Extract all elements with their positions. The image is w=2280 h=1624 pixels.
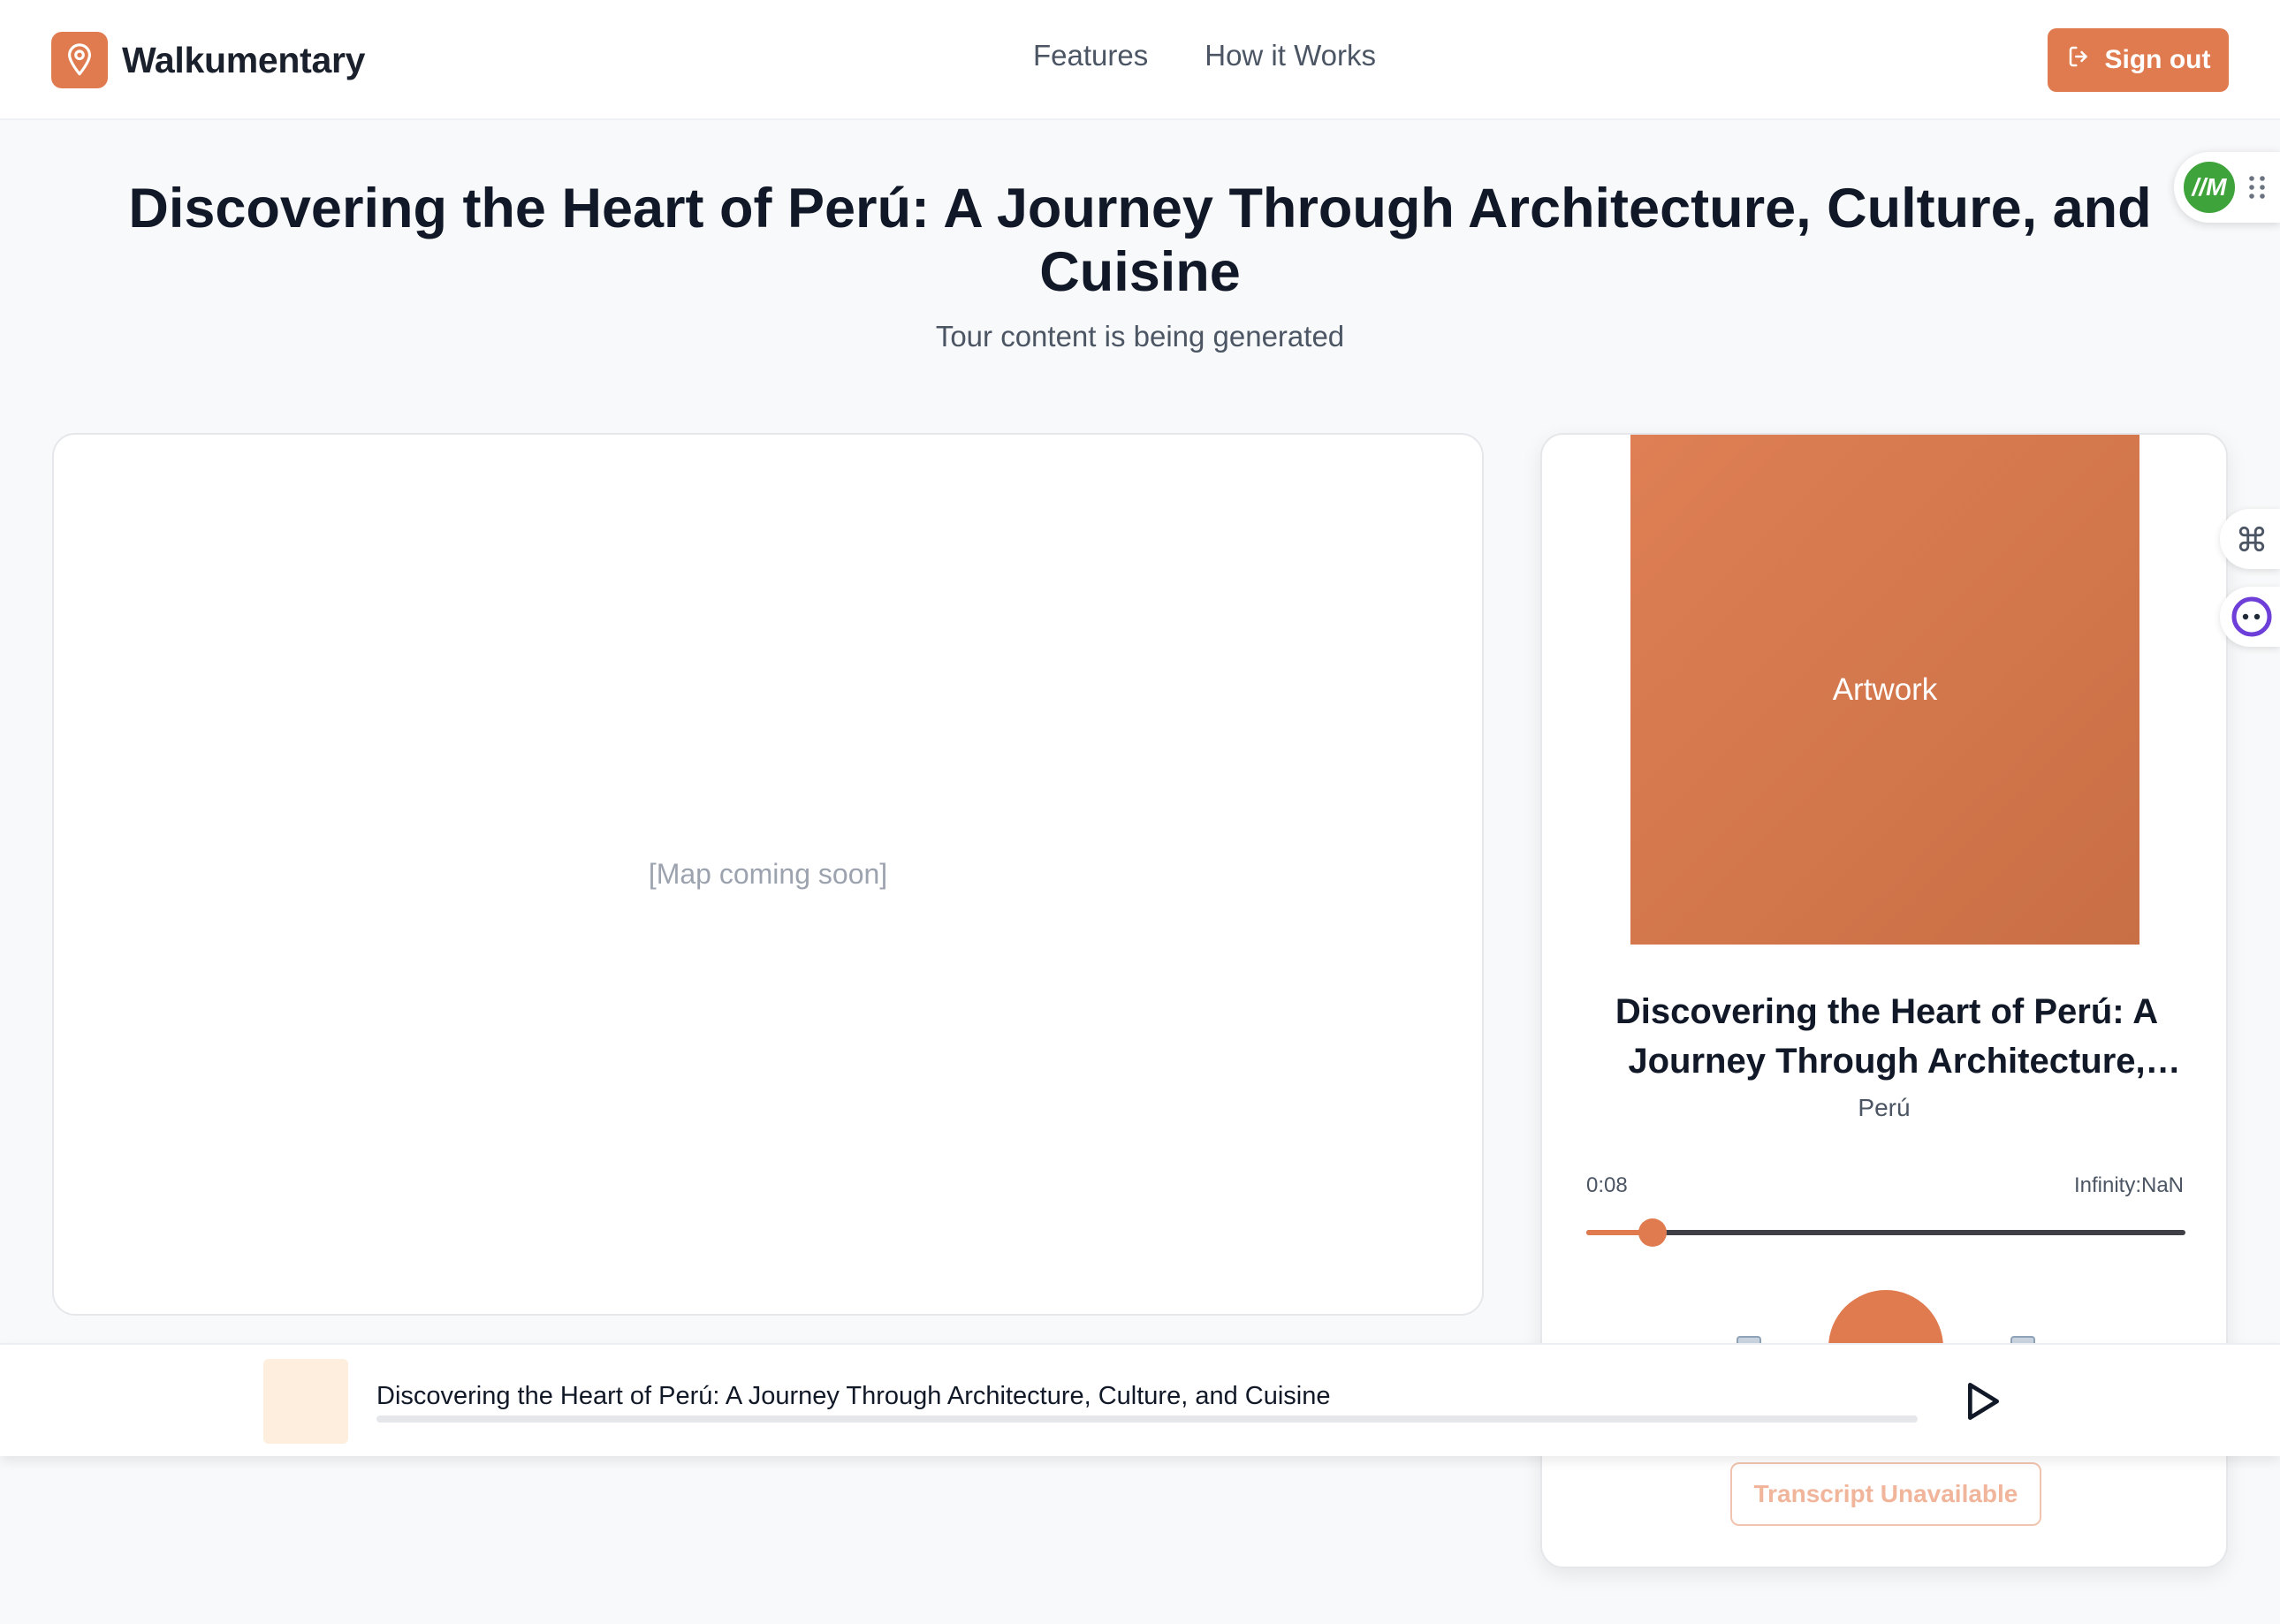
page-title: Discovering the Heart of Perú: A Journey… (128, 178, 2152, 303)
command-icon[interactable] (2220, 509, 2280, 569)
assistant-face-icon[interactable] (2220, 587, 2280, 647)
avatar[interactable]: //M (2181, 159, 2238, 216)
map-panel: [Map coming soon] (52, 433, 1484, 1316)
play-icon (1968, 1383, 1999, 1420)
sign-out-button[interactable]: Sign out (2048, 28, 2229, 92)
drag-handle-icon[interactable] (2248, 173, 2266, 201)
page-subtitle: Tour content is being generated (935, 320, 1345, 353)
mini-player-bar[interactable]: Discovering the Heart of Perú: A Journey… (0, 1343, 2280, 1456)
seek-slider[interactable] (1586, 1218, 2185, 1247)
nav-link-how-it-works[interactable]: How it Works (1205, 39, 1376, 72)
nav-link-features[interactable]: Features (1033, 39, 1148, 72)
tour-header: Discovering the Heart of Perú: A Journey… (106, 177, 2174, 353)
sign-out-label: Sign out (2104, 45, 2211, 74)
artwork: Artwork (1630, 435, 2139, 945)
time-total: Infinity:NaN (2073, 1173, 2184, 1197)
mini-player-progress[interactable] (376, 1415, 1918, 1423)
mini-player-title: Discovering the Heart of Perú: A Journey… (376, 1382, 1331, 1410)
track-title: Discovering the Heart of Perú: A Journey… (1615, 992, 2159, 1081)
main-nav: Features How it Works (1033, 39, 1376, 72)
brand-name: Walkumentary (122, 39, 366, 80)
track-location: Perú (1858, 1094, 1911, 1121)
sign-out-icon (2066, 43, 2093, 77)
time-current: 0:08 (1586, 1173, 1628, 1197)
artwork-label: Artwork (1832, 672, 1938, 707)
floating-assistant-widget[interactable]: //M (2174, 152, 2280, 223)
brand[interactable]: Walkumentary (51, 32, 365, 88)
top-navbar: Walkumentary Features How it Works Sign … (0, 0, 2280, 120)
map-placeholder: [Map coming soon] (648, 858, 888, 890)
seek-thumb[interactable] (1638, 1218, 1667, 1247)
map-pin-icon (51, 32, 108, 88)
mini-play-button[interactable] (1956, 1377, 2005, 1426)
mini-player-thumbnail (263, 1359, 348, 1444)
page: Walkumentary Features How it Works Sign … (0, 0, 2280, 1624)
transcript-button[interactable]: Transcript Unavailable (1730, 1462, 2041, 1526)
